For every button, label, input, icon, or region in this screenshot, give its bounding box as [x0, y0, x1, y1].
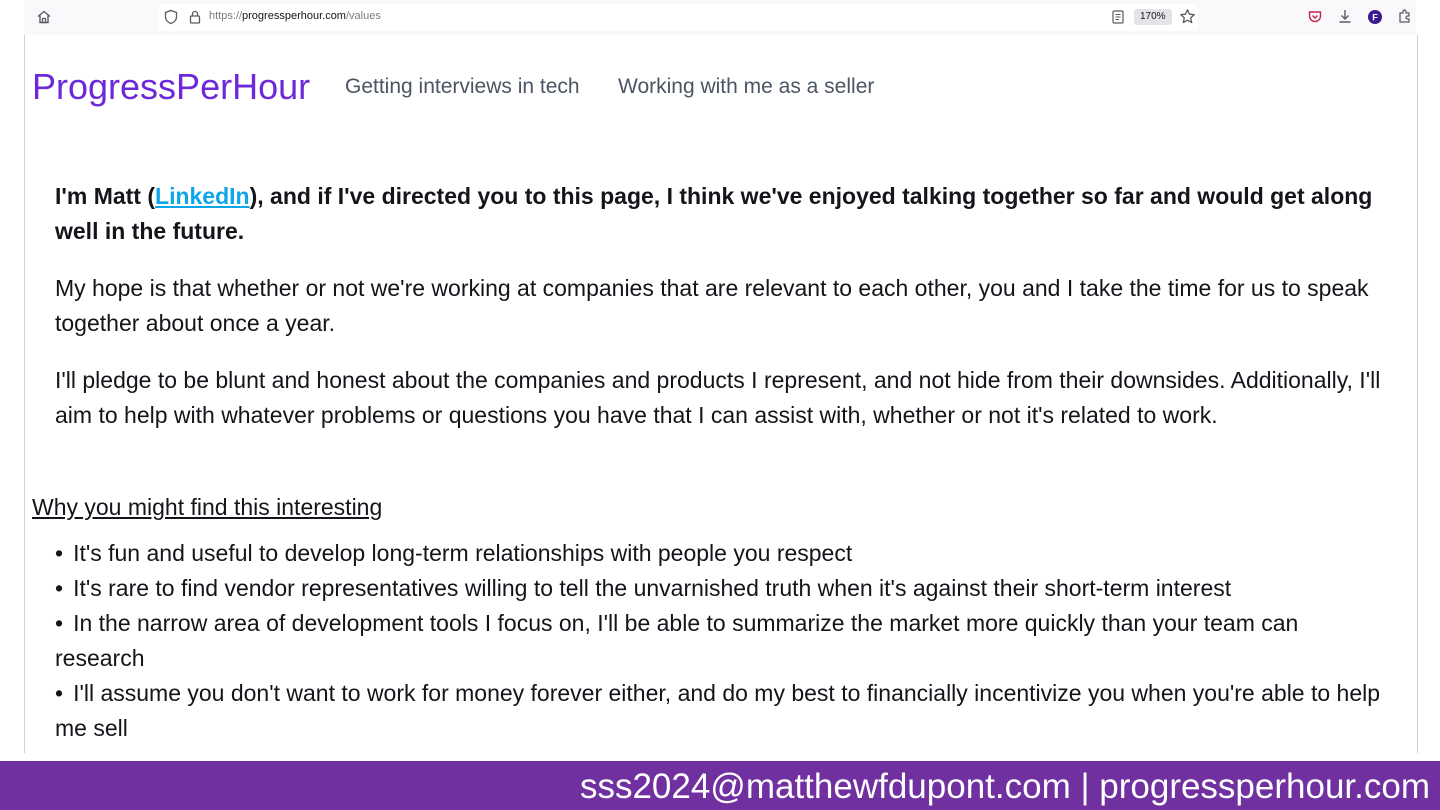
intro-text-before: I'm Matt ( [55, 183, 156, 209]
footer-banner: sss2024@matthewfdupont.com | progressper… [0, 761, 1440, 810]
hope-paragraph: My hope is that whether or not we're wor… [55, 275, 1369, 336]
account-initial: F [1372, 13, 1378, 23]
nav-link-interviews[interactable]: Getting interviews in tech [345, 75, 580, 99]
extensions-icon[interactable] [1397, 8, 1413, 25]
account-icon[interactable]: F [1367, 9, 1383, 25]
footer-contact-text: sss2024@matthewfdupont.com | progressper… [579, 767, 1430, 806]
section-heading: Why you might find this interesting [32, 494, 383, 520]
url-text[interactable]: https://progressperhour.com/values [209, 10, 381, 22]
linkedin-link[interactable]: LinkedIn [155, 183, 250, 209]
list-item: It's fun and useful to develop long-term… [55, 536, 1390, 571]
browser-toolbar: https://progressperhour.com/values 170% … [24, 0, 1416, 36]
pocket-icon[interactable] [1307, 9, 1323, 25]
bookmark-star-icon[interactable] [1179, 8, 1196, 25]
reader-view-icon[interactable] [1111, 9, 1125, 25]
reasons-list: It's fun and useful to develop long-term… [55, 536, 1390, 746]
shield-icon[interactable] [164, 9, 178, 25]
pledge-paragraph: I'll pledge to be blunt and honest about… [55, 367, 1381, 428]
url-path: /values [345, 10, 381, 22]
url-host: progressperhour.com [242, 10, 346, 22]
download-icon[interactable] [1337, 8, 1353, 25]
lock-icon[interactable] [188, 9, 202, 25]
page-viewport: ProgressPerHour Getting interviews in te… [24, 35, 1418, 753]
site-logo-link[interactable]: ProgressPerHour [32, 66, 310, 108]
list-item: I'll assume you don't want to work for m… [55, 676, 1390, 746]
list-item: It's rare to find vendor representatives… [55, 571, 1390, 606]
nav-link-seller[interactable]: Working with me as a seller [618, 75, 874, 99]
intro-paragraph: I'm Matt (LinkedIn), and if I've directe… [55, 179, 1385, 249]
home-icon[interactable] [36, 9, 52, 25]
list-item: In the narrow area of development tools … [55, 606, 1390, 676]
intro-text-after: ), and if I've directed you to this page… [55, 183, 1373, 244]
url-prefix: https:// [209, 10, 243, 22]
zoom-level-badge[interactable]: 170% [1134, 9, 1172, 25]
